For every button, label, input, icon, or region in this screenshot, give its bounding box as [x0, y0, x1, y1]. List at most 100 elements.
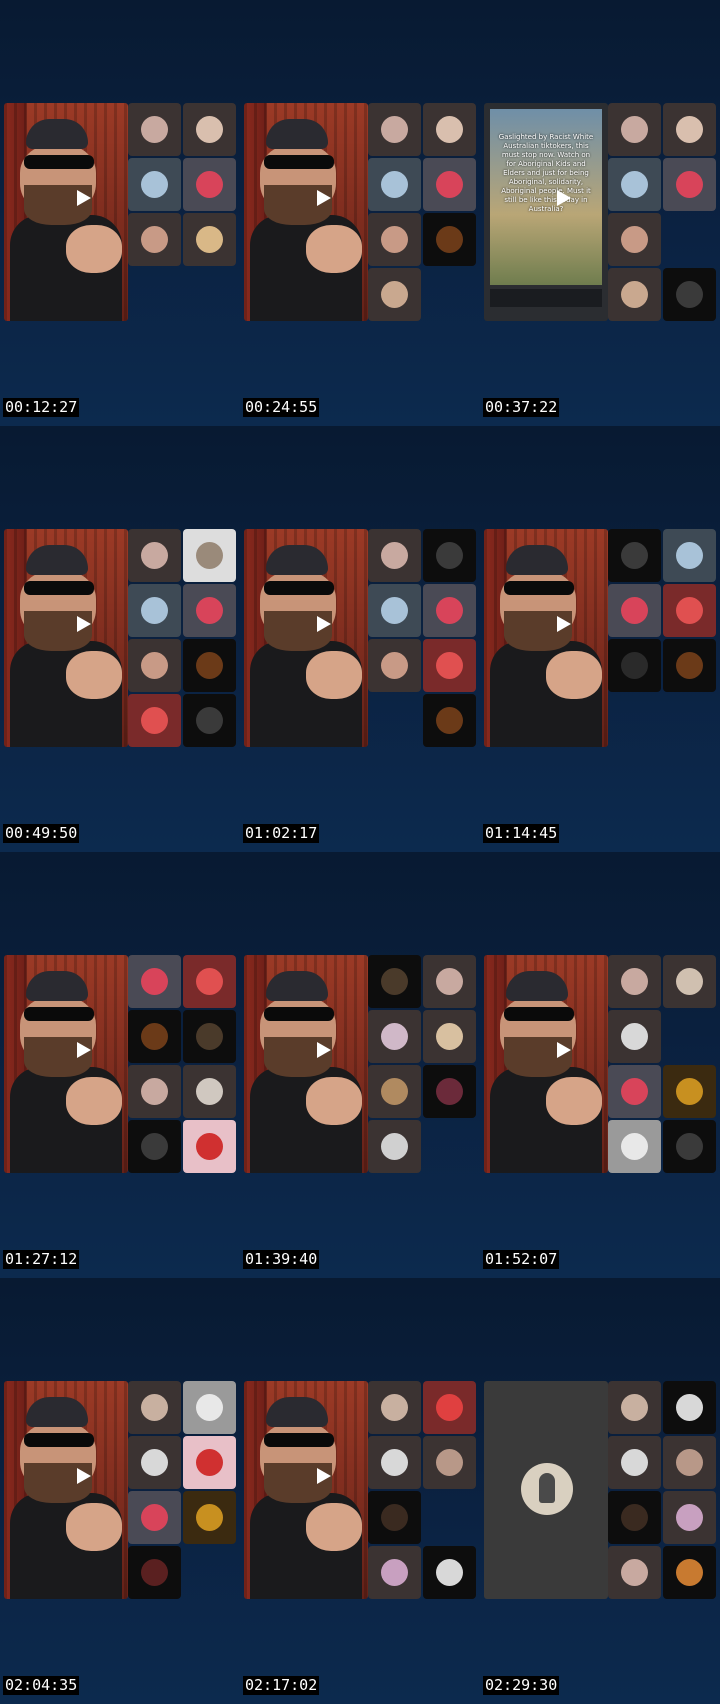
- guest-tile[interactable]: [183, 158, 236, 211]
- video-frame[interactable]: Gaslighted by Racist White Australian ti…: [480, 0, 720, 426]
- play-icon[interactable]: [77, 616, 91, 632]
- video-frame[interactable]: 00:24:55: [240, 0, 480, 426]
- guest-tile[interactable]: [368, 584, 421, 637]
- guest-tile[interactable]: [183, 639, 236, 692]
- play-icon[interactable]: [77, 190, 91, 206]
- guest-tile[interactable]: [128, 1546, 181, 1599]
- guest-tile[interactable]: [128, 103, 181, 156]
- guest-tile[interactable]: [183, 1381, 236, 1434]
- guest-tile[interactable]: [128, 1010, 181, 1063]
- main-video-tile[interactable]: [484, 955, 608, 1173]
- guest-tile[interactable]: [128, 158, 181, 211]
- guest-tile[interactable]: [423, 584, 476, 637]
- guest-tile[interactable]: [608, 103, 661, 156]
- guest-tile[interactable]: [608, 1546, 661, 1599]
- main-video-tile[interactable]: [4, 103, 128, 321]
- main-video-tile[interactable]: [4, 955, 128, 1173]
- guest-tile[interactable]: [608, 268, 661, 321]
- guest-tile[interactable]: [608, 639, 661, 692]
- guest-tile[interactable]: [128, 529, 181, 582]
- guest-tile[interactable]: [423, 1010, 476, 1063]
- guest-tile[interactable]: [663, 1381, 716, 1434]
- guest-tile[interactable]: [183, 694, 236, 747]
- guest-tile[interactable]: [608, 1120, 661, 1173]
- guest-tile[interactable]: [368, 639, 421, 692]
- main-video-tile[interactable]: [4, 529, 128, 747]
- guest-tile[interactable]: [183, 1120, 236, 1173]
- guest-tile[interactable]: [608, 1381, 661, 1434]
- guest-tile[interactable]: [368, 268, 421, 321]
- guest-tile[interactable]: [368, 1546, 421, 1599]
- guest-tile[interactable]: [663, 584, 716, 637]
- guest-tile[interactable]: [368, 1010, 421, 1063]
- guest-tile[interactable]: [663, 268, 716, 321]
- guest-tile[interactable]: [183, 1065, 236, 1118]
- guest-tile[interactable]: [423, 103, 476, 156]
- guest-tile[interactable]: [368, 213, 421, 266]
- guest-tile[interactable]: [423, 694, 476, 747]
- video-frame[interactable]: 00:49:50: [0, 426, 240, 852]
- play-icon[interactable]: [557, 190, 571, 206]
- guest-tile[interactable]: [128, 694, 181, 747]
- guest-tile[interactable]: [368, 158, 421, 211]
- guest-tile[interactable]: [368, 103, 421, 156]
- guest-tile[interactable]: [608, 1436, 661, 1489]
- guest-tile[interactable]: [663, 529, 716, 582]
- guest-tile[interactable]: [183, 529, 236, 582]
- video-frame[interactable]: 01:14:45: [480, 426, 720, 852]
- guest-tile[interactable]: [663, 639, 716, 692]
- guest-tile[interactable]: [608, 1010, 661, 1063]
- guest-tile[interactable]: [663, 1120, 716, 1173]
- guest-tile[interactable]: [608, 213, 661, 266]
- guest-tile[interactable]: [183, 103, 236, 156]
- guest-tile[interactable]: [608, 158, 661, 211]
- guest-tile[interactable]: [183, 1436, 236, 1489]
- guest-tile[interactable]: [423, 529, 476, 582]
- video-frame[interactable]: 02:17:02: [240, 1278, 480, 1704]
- play-icon[interactable]: [317, 1042, 331, 1058]
- guest-tile[interactable]: [183, 584, 236, 637]
- guest-tile[interactable]: [663, 1436, 716, 1489]
- guest-tile[interactable]: [128, 213, 181, 266]
- guest-tile[interactable]: [423, 213, 476, 266]
- video-frame[interactable]: 01:52:07: [480, 852, 720, 1278]
- guest-tile[interactable]: [663, 955, 716, 1008]
- guest-tile[interactable]: [368, 1120, 421, 1173]
- play-icon[interactable]: [317, 190, 331, 206]
- guest-tile[interactable]: [128, 639, 181, 692]
- guest-tile[interactable]: [368, 529, 421, 582]
- main-video-tile[interactable]: [4, 1381, 128, 1599]
- guest-tile[interactable]: [128, 584, 181, 637]
- profile-placeholder-tile[interactable]: [484, 1381, 608, 1599]
- guest-tile[interactable]: [423, 1065, 476, 1118]
- video-frame[interactable]: 02:04:35: [0, 1278, 240, 1704]
- guest-tile[interactable]: [423, 955, 476, 1008]
- guest-tile[interactable]: [663, 158, 716, 211]
- video-frame[interactable]: 02:29:30: [480, 1278, 720, 1704]
- guest-tile[interactable]: [368, 955, 421, 1008]
- guest-tile[interactable]: [663, 103, 716, 156]
- guest-tile[interactable]: [423, 1436, 476, 1489]
- phone-screenshot-tile[interactable]: Gaslighted by Racist White Australian ti…: [484, 103, 608, 321]
- guest-tile[interactable]: [183, 213, 236, 266]
- guest-tile[interactable]: [608, 529, 661, 582]
- guest-tile[interactable]: [128, 1120, 181, 1173]
- guest-tile[interactable]: [183, 1491, 236, 1544]
- guest-tile[interactable]: [368, 1491, 421, 1544]
- guest-tile[interactable]: [663, 1491, 716, 1544]
- video-frame[interactable]: 01:27:12: [0, 852, 240, 1278]
- video-frame[interactable]: 01:39:40: [240, 852, 480, 1278]
- main-video-tile[interactable]: [244, 529, 368, 747]
- guest-tile[interactable]: [608, 955, 661, 1008]
- guest-tile[interactable]: [368, 1436, 421, 1489]
- guest-tile[interactable]: [128, 1065, 181, 1118]
- main-video-tile[interactable]: [244, 955, 368, 1173]
- main-video-tile[interactable]: [484, 529, 608, 747]
- play-icon[interactable]: [317, 1468, 331, 1484]
- guest-tile[interactable]: [128, 1381, 181, 1434]
- guest-tile[interactable]: [128, 955, 181, 1008]
- guest-tile[interactable]: [423, 1381, 476, 1434]
- video-frame[interactable]: 00:12:27: [0, 0, 240, 426]
- play-icon[interactable]: [557, 1042, 571, 1058]
- guest-tile[interactable]: [128, 1491, 181, 1544]
